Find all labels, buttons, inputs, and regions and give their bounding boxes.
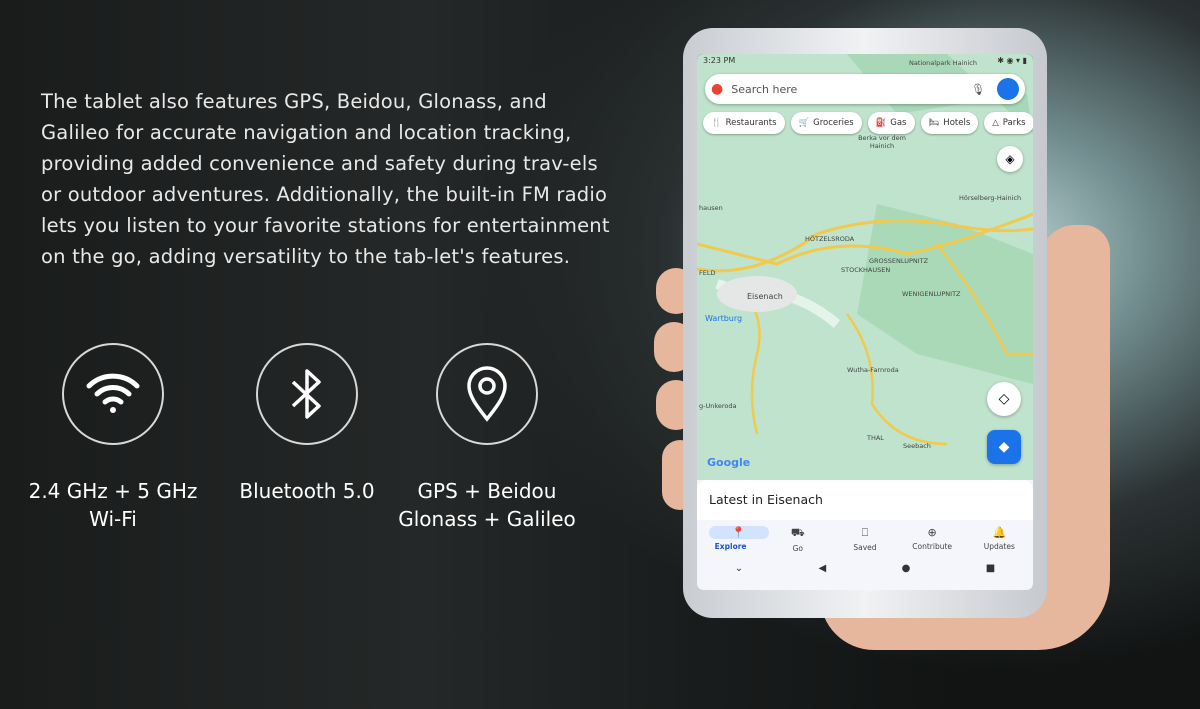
chevron-down-icon[interactable]: ⌄ [735, 563, 743, 574]
search-bar[interactable]: ● Search here 🎙 [705, 74, 1025, 104]
compass-icon: ◇ [998, 391, 1010, 407]
mic-icon[interactable]: 🎙 [971, 83, 985, 96]
nav-label: Go [792, 544, 803, 553]
cart-icon: 🛒 [798, 118, 810, 128]
nav-saved[interactable]: ⎕ Saved [835, 526, 895, 553]
tree-icon: △ [992, 118, 999, 128]
car-icon: ⛟ [790, 526, 805, 539]
nav-label: Updates [983, 542, 1015, 551]
map-label: THAL [867, 434, 884, 442]
avatar[interactable] [997, 78, 1019, 100]
nav-explore[interactable]: 📍 Explore [701, 526, 769, 553]
back-icon[interactable]: ◀ [819, 563, 827, 574]
chip-label: Hotels [943, 118, 971, 128]
google-logo: Google [707, 456, 751, 469]
search-input[interactable]: Search here [731, 83, 971, 96]
nav-updates[interactable]: 🔔 Updates [969, 526, 1029, 553]
plus-circle-icon: ⊕ [927, 526, 937, 539]
bottom-nav: 📍 Explore ⛟ Go ⎕ Saved ⊕ Contribute 🔔 Updates [697, 520, 1033, 553]
map-label: Wartburg [705, 314, 743, 323]
bottom-sheet: Latest in Eisenach 📍 Explore ⛟ Go ⎕ Saved ⊕… [697, 480, 1033, 590]
chip-gas[interactable]: ⛽ Gas [867, 112, 915, 134]
map-label: Eisenach [747, 292, 783, 301]
tablet-screen: Nationalpark Hainich Berka vor dem Haini… [697, 54, 1033, 590]
map-label: Seebach [903, 442, 931, 450]
layers-button[interactable]: ◈ [997, 146, 1023, 172]
map-label: Hörselberg-Hainich [959, 194, 1022, 202]
nav-label: Saved [853, 543, 877, 552]
map-label: Wutha-Farnroda [847, 366, 899, 374]
description-text: The tablet also features GPS, Beidou, Gl… [41, 90, 610, 268]
category-chips: 🍴 Restaurants 🛒 Groceries ⛽ Gas 🛏 Hotels △ Pa… [703, 112, 1033, 134]
map-label: HÖTZELSRODA [805, 235, 855, 243]
maps-pin-icon: ● [711, 81, 724, 97]
nav-contribute[interactable]: ⊕ Contribute [902, 526, 962, 553]
map-label: GROSSENLUPNITZ [869, 257, 929, 265]
map-label: STOCKHAUSEN [841, 266, 891, 274]
status-bar: 3:23 PM ✱ ◉ ▾ ▮ [703, 56, 1027, 65]
chip-label: Restaurants [725, 118, 777, 128]
layers-icon: ◈ [1005, 152, 1015, 166]
sheet-title[interactable]: Latest in Eisenach [697, 480, 1033, 520]
map-label: WENIGENLUPNITZ [902, 290, 961, 298]
map-label: hausen [699, 204, 723, 212]
feature-label: GPS + Beidou [417, 479, 557, 503]
directions-icon: ◆ [998, 439, 1010, 455]
chip-hotels[interactable]: 🛏 Hotels [920, 112, 979, 134]
location-pin-icon [436, 343, 538, 445]
gas-icon: ⛽ [875, 118, 887, 128]
restaurant-icon: 🍴 [711, 118, 722, 128]
map-label: g-Unkeroda [699, 402, 737, 410]
directions-button[interactable]: ◆ [987, 430, 1021, 464]
feature-wifi: 2.4 GHz + 5 GHz Wi-Fi [23, 343, 203, 533]
chip-restaurants[interactable]: 🍴 Restaurants [703, 112, 785, 134]
nav-label: Contribute [912, 542, 953, 551]
feature-label: Bluetooth 5.0 [239, 479, 375, 503]
nav-label: Explore [714, 542, 747, 551]
recents-icon[interactable]: ■ [986, 563, 995, 574]
pin-icon: 📍 [708, 526, 769, 539]
nav-go[interactable]: ⛟ Go [768, 526, 828, 553]
feature-sublabel: Wi-Fi [89, 507, 137, 531]
wifi-icon [62, 343, 164, 445]
chip-label: Groceries [813, 118, 854, 128]
compass-button[interactable]: ◇ [987, 382, 1021, 416]
clock: 3:23 PM [703, 56, 736, 65]
chip-groceries[interactable]: 🛒 Groceries [790, 112, 862, 134]
bell-icon: 🔔 [992, 526, 1007, 539]
status-icons: ✱ ◉ ▾ ▮ [997, 56, 1027, 65]
system-nav-bar: ⌄ ◀ ● ■ [697, 553, 1033, 574]
chip-parks[interactable]: △ Parks [984, 112, 1033, 134]
bookmark-icon: ⎕ [861, 526, 869, 539]
bed-icon: 🛏 [928, 118, 940, 128]
bluetooth-icon [256, 343, 358, 445]
tablet-device: Nationalpark Hainich Berka vor dem Haini… [683, 28, 1047, 618]
feature-bluetooth: Bluetooth 5.0 [217, 343, 397, 505]
home-icon[interactable]: ● [902, 563, 911, 574]
chip-label: Gas [890, 118, 907, 128]
feature-sublabel: Glonass + Galileo [398, 507, 576, 531]
feature-label: 2.4 GHz + 5 GHz [28, 479, 198, 503]
map-label: Berka vor dem Hainich [858, 134, 906, 150]
map-label: FELD [699, 269, 716, 277]
feature-gps: GPS + Beidou Glonass + Galileo [397, 343, 577, 533]
chip-label: Parks [1002, 118, 1026, 128]
